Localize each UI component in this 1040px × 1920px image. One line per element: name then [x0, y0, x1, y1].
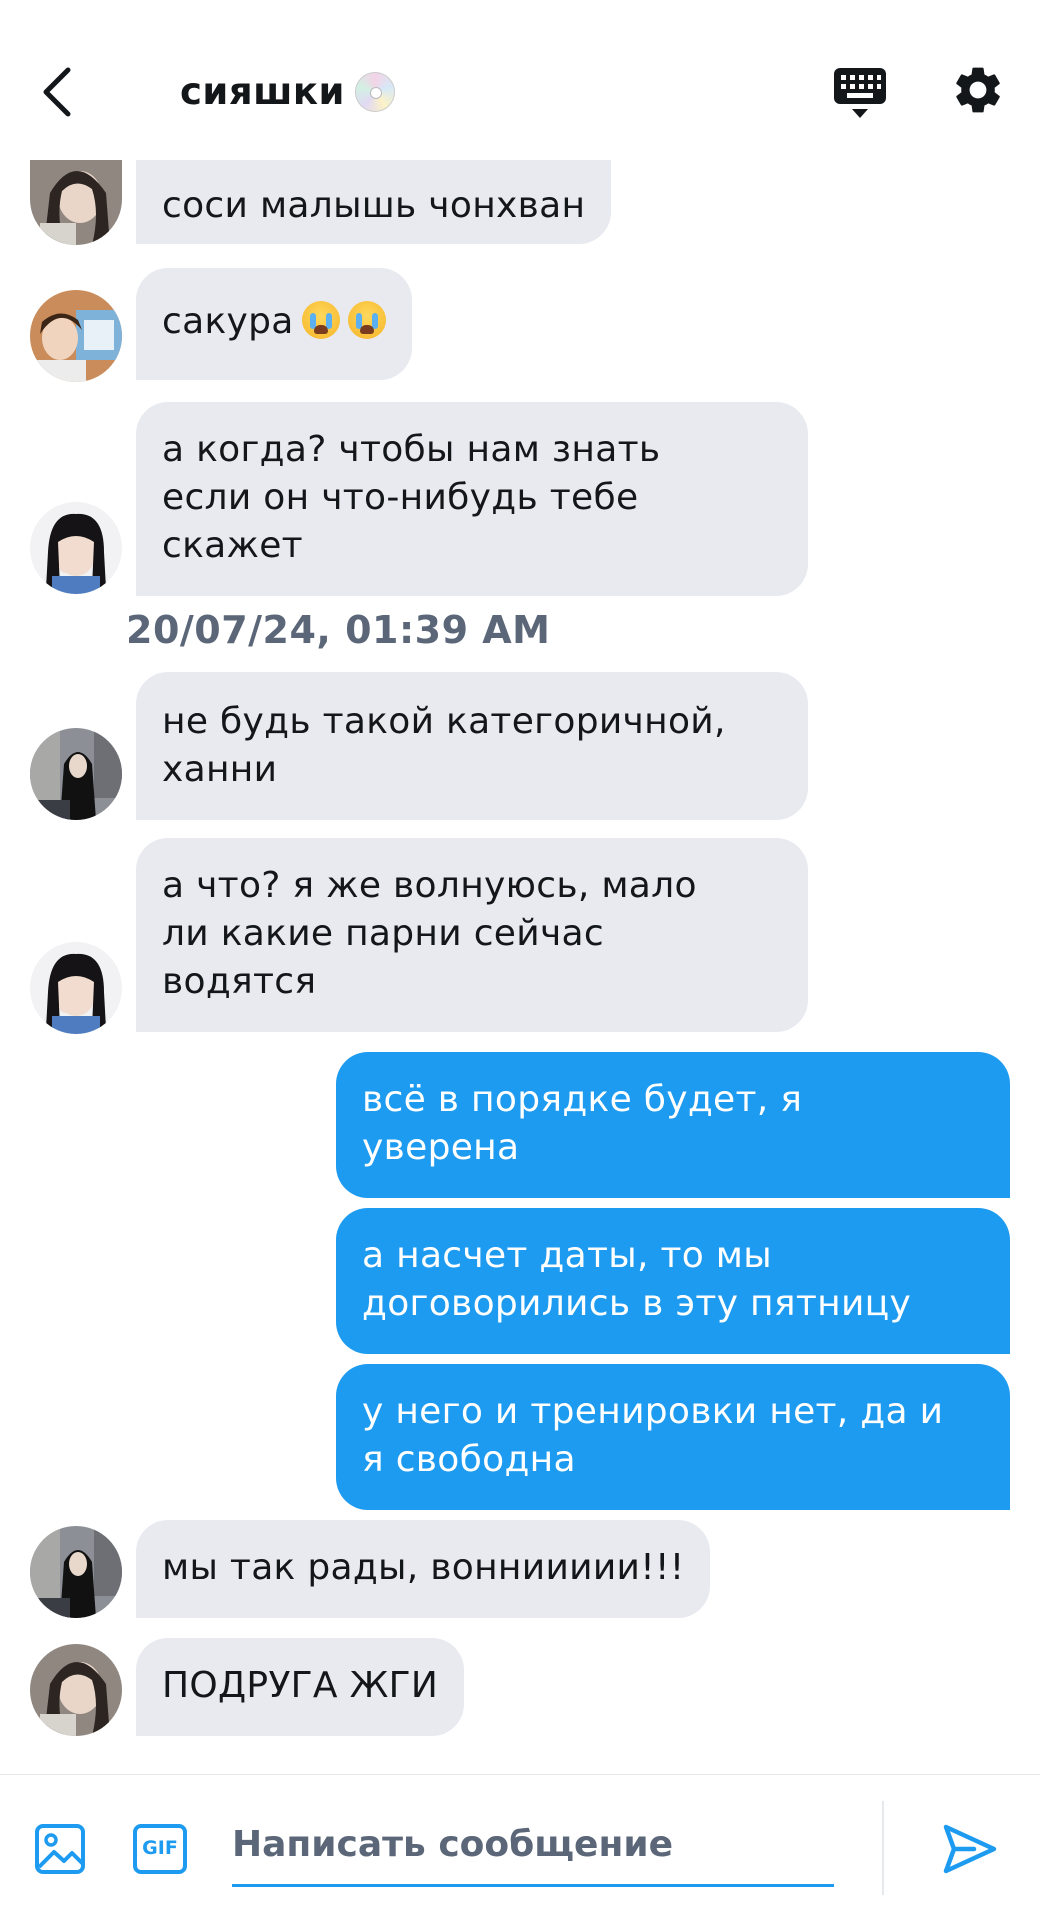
keyboard-icon: [834, 68, 886, 118]
avatar[interactable]: [30, 290, 122, 382]
loudly-crying-face-icon: [347, 301, 386, 339]
gear-icon: [956, 67, 1000, 113]
keyboard-button[interactable]: [830, 62, 890, 122]
message-text: мы так рады, вонниииии!!!: [162, 1547, 685, 1588]
avatar[interactable]: [30, 728, 122, 820]
message-input[interactable]: [232, 1805, 834, 1883]
avatar-image: [30, 290, 122, 382]
loudly-crying-face-icon: [301, 301, 340, 339]
avatar[interactable]: [30, 1644, 122, 1736]
avatar[interactable]: [30, 1526, 122, 1618]
message-line: договорились в эту пятницу: [362, 1283, 912, 1324]
message-line: а когда? чтобы нам знать: [162, 429, 661, 470]
message-line: скажет: [162, 525, 303, 566]
message-line: я свободна: [362, 1439, 576, 1480]
avatar[interactable]: [30, 502, 122, 594]
message-timestamp: 20/07/24, 01:39 AM: [126, 608, 551, 652]
message-bubble-outgoing[interactable]: а насчет даты, то мы договорились в эту …: [336, 1208, 1010, 1354]
avatar[interactable]: [30, 942, 122, 1034]
chevron-left-icon: [43, 67, 71, 117]
message-text: сакура: [162, 301, 294, 342]
message-bubble[interactable]: а когда? чтобы нам знать если он что-ниб…: [136, 402, 808, 596]
disc-icon: [354, 71, 395, 112]
avatar-image: [30, 160, 122, 245]
avatar-image: [30, 1644, 122, 1736]
message-input-wrapper: [232, 1805, 834, 1887]
message-line: у него и тренировки нет, да и: [362, 1391, 944, 1432]
chat-title-group[interactable]: сияшки: [180, 70, 395, 113]
message-bubble[interactable]: а что? я же волнуюсь, мало ли какие парн…: [136, 838, 808, 1032]
message-line: ханни: [162, 749, 278, 790]
avatar-image: [30, 1526, 122, 1618]
avatar-image: [30, 502, 122, 594]
avatar[interactable]: [30, 160, 122, 245]
message-line: всё в порядке будет, я: [362, 1079, 803, 1120]
message-bubble[interactable]: ПОДРУГА ЖГИ: [136, 1638, 465, 1736]
message-bubble-outgoing[interactable]: у него и тренировки нет, да и я свободна: [336, 1364, 1010, 1510]
chat-title: сияшки: [180, 70, 345, 113]
message-bubble[interactable]: соси малышь чонхван: [136, 160, 612, 244]
gif-label: GIF: [142, 1837, 178, 1859]
message-line: если он что-нибудь тебе: [162, 477, 639, 518]
composer-divider: [882, 1801, 884, 1895]
message-composer: GIF: [0, 1774, 1040, 1920]
message-line: а насчет даты, то мы: [362, 1235, 772, 1276]
message-text: соси малышь чонхван: [162, 185, 586, 226]
message-line: не будь такой категоричной,: [162, 701, 726, 742]
image-icon: [35, 1824, 85, 1874]
message-line: водятся: [162, 961, 317, 1002]
avatar-image: [30, 728, 122, 820]
message-bubble[interactable]: мы так рады, вонниииии!!!: [136, 1520, 711, 1618]
settings-button[interactable]: [950, 62, 1006, 118]
add-image-button[interactable]: [34, 1823, 86, 1875]
message-line: уверена: [362, 1127, 520, 1168]
message-bubble[interactable]: сакура: [136, 268, 412, 380]
message-line: ли какие парни сейчас: [162, 913, 604, 954]
message-line: а что? я же волнуюсь, мало: [162, 865, 697, 906]
message-list[interactable]: соси малышь чонхван сакура а когда? чтоб…: [0, 160, 1040, 1774]
avatar-image: [30, 942, 122, 1034]
send-button[interactable]: [940, 1819, 1000, 1879]
back-button[interactable]: [32, 62, 82, 122]
message-bubble-outgoing[interactable]: всё в порядке будет, я уверена: [336, 1052, 1010, 1198]
message-bubble[interactable]: не будь такой категоричной, ханни: [136, 672, 808, 820]
send-icon: [943, 1824, 997, 1874]
gif-button[interactable]: GIF: [132, 1823, 188, 1875]
chat-header: сияшки: [0, 0, 1040, 160]
message-text: ПОДРУГА ЖГИ: [162, 1665, 439, 1706]
